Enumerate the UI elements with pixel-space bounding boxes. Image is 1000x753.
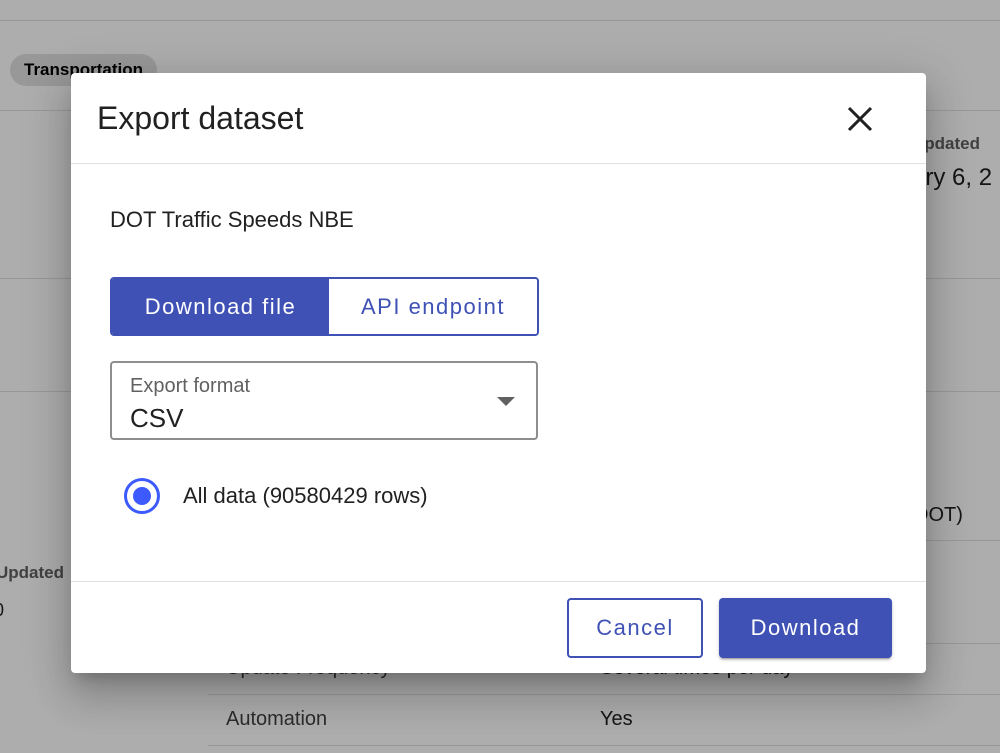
download-button[interactable]: Download [719,598,892,658]
dropdown-arrow-icon [497,397,515,406]
close-button[interactable] [837,96,883,142]
dataset-name: DOT Traffic Speeds NBE [110,207,354,232]
export-format-value: CSV [130,403,184,433]
radio-selected-dot [133,487,151,505]
cancel-button[interactable]: Cancel [567,598,703,658]
export-format-label: Export format [130,375,251,397]
dialog-header: Export dataset [71,73,926,164]
tab-download-file[interactable]: Download file [112,279,329,334]
export-dialog: Export dataset DOT Traffic Speeds NBE Do… [71,73,926,673]
all-data-radio-label: All data (90580429 rows) [183,483,428,508]
tab-api-endpoint[interactable]: API endpoint [329,279,537,334]
dialog-title: Export dataset [97,100,304,136]
radio-button[interactable] [124,478,160,514]
all-data-radio-option[interactable]: All data (90580429 rows) [124,478,428,514]
close-icon [847,106,873,132]
export-format-select[interactable]: Export format CSV [110,361,538,440]
export-mode-toggle: Download file API endpoint [110,277,539,336]
dialog-footer-divider [71,581,926,582]
